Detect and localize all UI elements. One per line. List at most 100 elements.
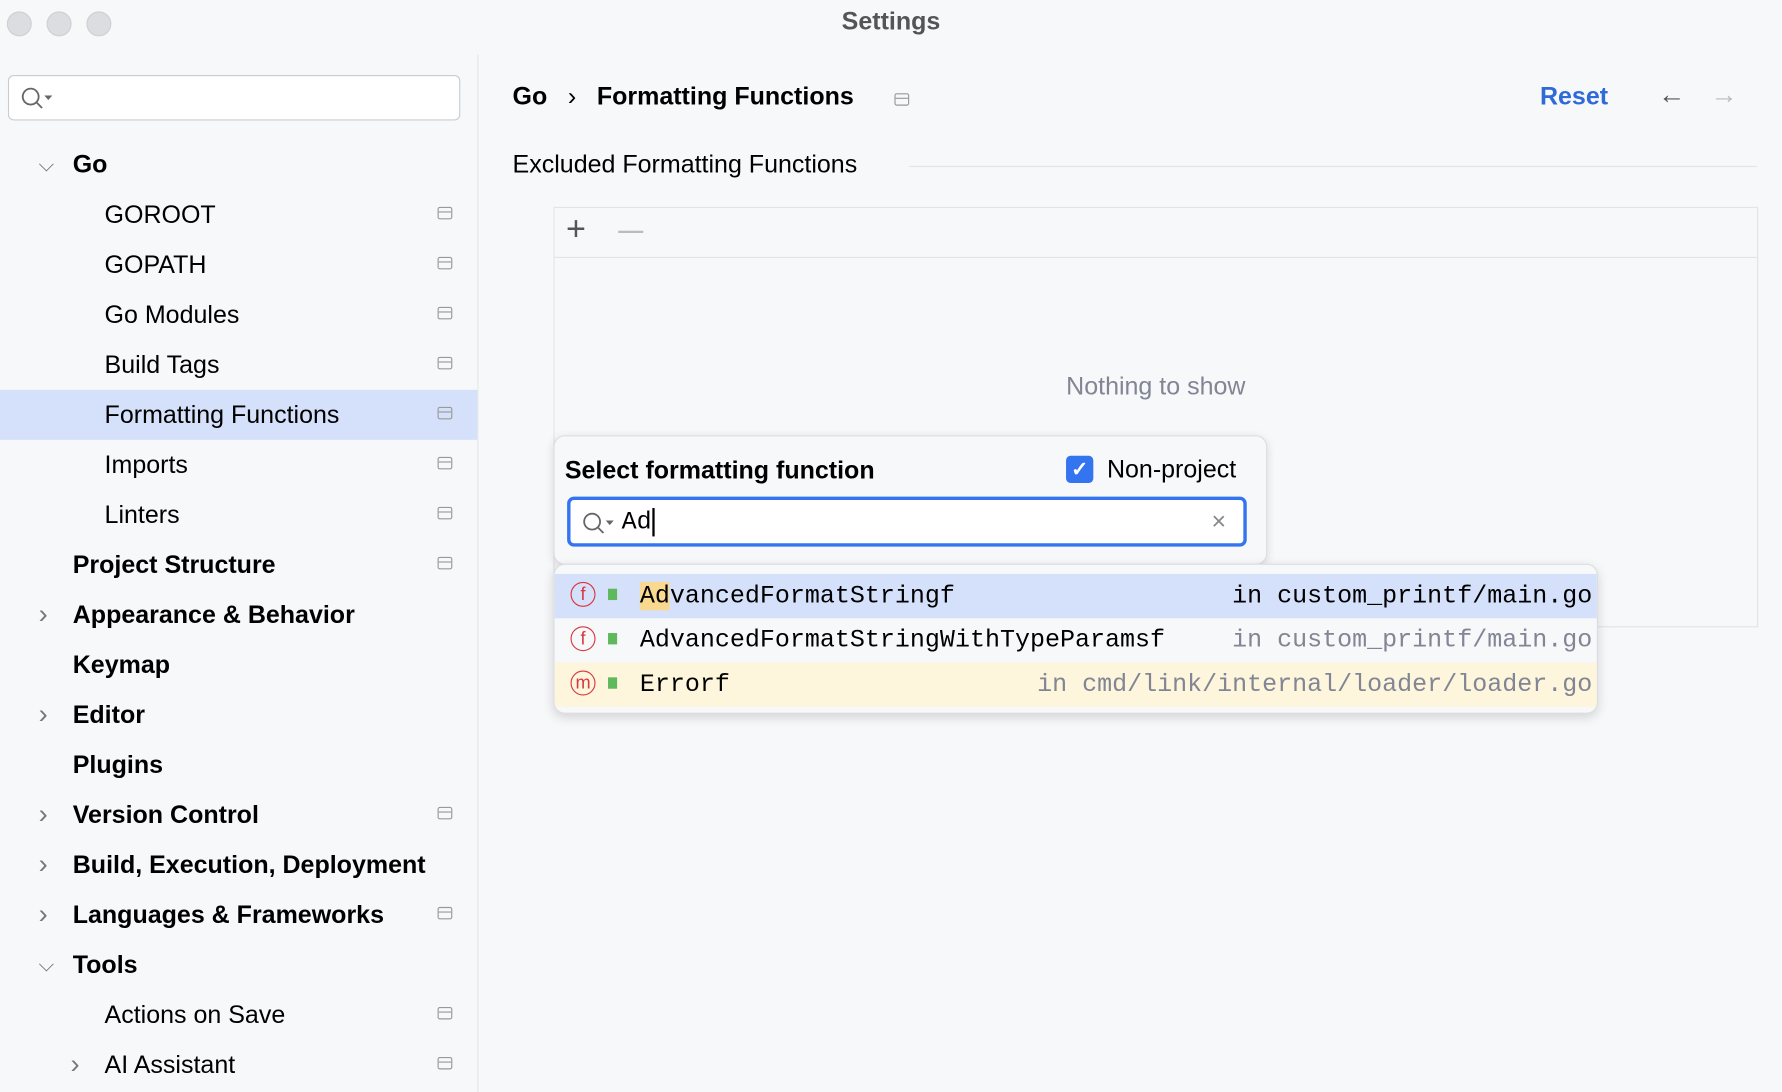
- sidebar-item-label: Go Modules: [105, 290, 240, 340]
- project-scope-icon: [438, 1007, 453, 1020]
- function-name: AdvancedFormatStringWithTypeParamsf: [640, 626, 1165, 654]
- project-scope-icon: [438, 807, 453, 820]
- lock-open-icon: [608, 677, 617, 688]
- sidebar-item-keymap[interactable]: Keymap: [0, 640, 477, 690]
- sidebar-item-goroot[interactable]: GOROOT: [0, 190, 477, 240]
- function-location: in custom_printf/main.go: [1232, 626, 1592, 654]
- sidebar-item-label: Version Control: [73, 790, 259, 840]
- sidebar-item-actions-on-save[interactable]: Actions on Save: [0, 990, 477, 1040]
- chevron-right-icon[interactable]: ›: [39, 790, 48, 840]
- project-scope-icon: [438, 507, 453, 520]
- function-name: vancedFormatStringf: [670, 582, 955, 610]
- window-title: Settings: [0, 7, 1782, 37]
- sidebar-item-label: Plugins: [73, 740, 163, 790]
- sidebar-item-label: Appearance & Behavior: [73, 590, 355, 640]
- sidebar-item-build-tags[interactable]: Build Tags: [0, 340, 477, 390]
- add-icon[interactable]: +: [566, 210, 586, 249]
- chevron-right-icon[interactable]: ›: [39, 590, 48, 640]
- sidebar-item-formatting-functions[interactable]: Formatting Functions: [0, 390, 477, 440]
- match-highlight: Ad: [640, 582, 670, 610]
- sidebar-item-tools[interactable]: ⌵ Tools: [0, 940, 477, 990]
- function-name: Errorf: [640, 671, 730, 699]
- sidebar-item-label: Imports: [105, 440, 188, 490]
- breadcrumb-separator: ›: [568, 82, 576, 110]
- project-scope-icon: [438, 307, 453, 320]
- chevron-down-icon[interactable]: ⌵: [39, 140, 55, 190]
- sidebar-item-gopath[interactable]: GOPATH: [0, 240, 477, 290]
- sidebar-item-version-control[interactable]: › Version Control: [0, 790, 477, 840]
- sidebar-item-label: Project Structure: [73, 540, 276, 590]
- sidebar-item-label: Languages & Frameworks: [73, 890, 384, 940]
- lock-open-icon: [608, 633, 617, 644]
- chevron-down-icon[interactable]: ⌵: [39, 940, 55, 990]
- lock-open-icon: [608, 589, 617, 600]
- sidebar-item-label: GOPATH: [105, 240, 207, 290]
- remove-icon[interactable]: [618, 231, 643, 233]
- select-function-popup: Select formatting function ✓ Non-project…: [553, 435, 1267, 565]
- list-toolbar: +: [555, 208, 1757, 258]
- results-list: f AdvancedFormatStringf in custom_printf/m…: [553, 564, 1597, 714]
- function-location: in cmd/link/internal/loader/loader.go: [1037, 671, 1592, 699]
- project-scope-icon: [438, 207, 453, 220]
- settings-search-input[interactable]: [8, 75, 460, 120]
- project-scope-icon: [438, 357, 453, 370]
- section-title: Excluded Formatting Functions: [513, 150, 858, 180]
- project-scope-icon: [438, 457, 453, 470]
- sidebar-item-imports[interactable]: Imports: [0, 440, 477, 490]
- sidebar-item-label: Editor: [73, 690, 145, 740]
- empty-state-text: Nothing to show: [555, 372, 1757, 402]
- sidebar-item-label: Tools: [73, 940, 138, 990]
- sidebar-item-go-modules[interactable]: Go Modules: [0, 290, 477, 340]
- project-scope-icon: [438, 907, 453, 920]
- clear-icon[interactable]: ×: [1212, 507, 1227, 537]
- project-scope-icon: [438, 407, 453, 420]
- search-query: Ad: [622, 508, 655, 536]
- non-project-checkbox[interactable]: ✓: [1066, 456, 1093, 483]
- sidebar-item-linters[interactable]: Linters: [0, 490, 477, 540]
- function-icon: f: [571, 626, 596, 651]
- chevron-right-icon[interactable]: ›: [70, 1040, 79, 1090]
- sidebar-item-label: Go: [73, 140, 108, 190]
- forward-arrow-icon[interactable]: →: [1710, 80, 1737, 112]
- sidebar-item-label: GOROOT: [105, 190, 216, 240]
- popup-title: Select formatting function: [565, 456, 875, 486]
- search-icon: [20, 86, 56, 111]
- sidebar-item-label: Keymap: [73, 640, 170, 690]
- result-row[interactable]: m Errorf in cmd/link/internal/loader/loade…: [555, 663, 1597, 707]
- sidebar-item-project-structure[interactable]: Project Structure: [0, 540, 477, 590]
- sidebar-item-plugins[interactable]: Plugins: [0, 740, 477, 790]
- reset-button[interactable]: Reset: [1540, 82, 1608, 112]
- function-location: in custom_printf/main.go: [1232, 582, 1592, 610]
- search-icon: [582, 511, 618, 536]
- breadcrumb-current: Formatting Functions: [597, 82, 854, 110]
- chevron-right-icon[interactable]: ›: [39, 690, 48, 740]
- breadcrumb: Go › Formatting Functions: [513, 82, 854, 112]
- function-search-input[interactable]: Ad ×: [567, 497, 1247, 547]
- sidebar-item-label: Build Tags: [105, 340, 220, 390]
- sidebar-item-label: Linters: [105, 490, 180, 540]
- project-scope-icon: [438, 557, 453, 570]
- sidebar-item-ai-assistant[interactable]: › AI Assistant: [0, 1040, 477, 1090]
- sidebar-item-languages-frameworks[interactable]: › Languages & Frameworks: [0, 890, 477, 940]
- sidebar-item-editor[interactable]: › Editor: [0, 690, 477, 740]
- result-row[interactable]: f AdvancedFormatStringf in custom_printf/m…: [555, 574, 1597, 618]
- function-icon: f: [571, 582, 596, 607]
- sidebar-item-label: Actions on Save: [105, 990, 286, 1040]
- sidebar-item-label: AI Assistant: [105, 1040, 236, 1090]
- section-divider: [909, 166, 1757, 167]
- breadcrumb-go[interactable]: Go: [513, 82, 548, 110]
- method-icon: m: [571, 671, 596, 696]
- chevron-right-icon[interactable]: ›: [39, 840, 48, 890]
- sidebar-item-build-execution-deployment[interactable]: › Build, Execution, Deployment: [0, 840, 477, 890]
- chevron-right-icon[interactable]: ›: [39, 890, 48, 940]
- back-arrow-icon[interactable]: ←: [1658, 80, 1685, 112]
- result-row[interactable]: f AdvancedFormatStringWithTypeParamsf in c…: [555, 618, 1597, 662]
- project-scope-icon: [438, 257, 453, 270]
- non-project-label[interactable]: Non-project: [1107, 455, 1236, 485]
- sidebar-item-label: Build, Execution, Deployment: [73, 840, 426, 890]
- sidebar-item-go[interactable]: ⌵ Go: [0, 140, 477, 190]
- project-scope-icon: [438, 1057, 453, 1070]
- sidebar-item-appearance-behavior[interactable]: › Appearance & Behavior: [0, 590, 477, 640]
- sidebar-item-label: Formatting Functions: [105, 390, 340, 440]
- project-scope-icon: [894, 93, 909, 106]
